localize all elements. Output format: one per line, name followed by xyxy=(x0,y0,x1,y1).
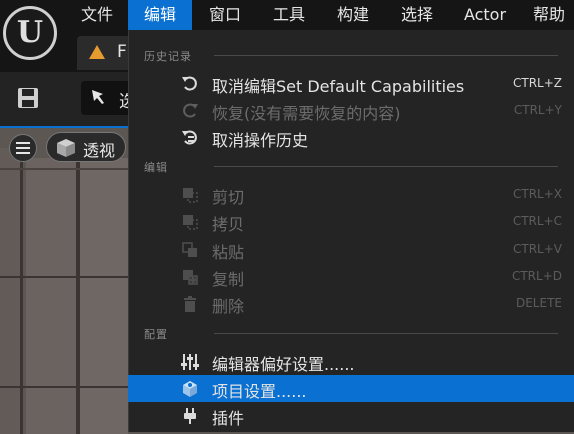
menu-item-redo[interactable]: 恢复(没有需要恢复的内容) CTRL+Y xyxy=(128,97,574,124)
shortcut-label: CTRL+Y xyxy=(513,103,562,117)
plugins-icon xyxy=(184,408,196,424)
shortcut-label: DELETE xyxy=(515,296,562,310)
menu-item-paste[interactable]: 粘贴 CTRL+V xyxy=(128,236,574,263)
redo-icon xyxy=(183,103,198,118)
section-divider xyxy=(214,166,558,167)
project-settings-icon xyxy=(183,381,197,397)
editor-preferences-icon xyxy=(181,354,199,370)
menu-item-editor-preferences[interactable]: 编辑器偏好设置...... xyxy=(128,348,574,375)
wall-seam xyxy=(0,276,128,278)
undo-history-icon xyxy=(182,130,197,145)
section-divider xyxy=(214,55,558,56)
menu-item-label: 项目设置...... xyxy=(212,382,307,401)
menu-item-cut[interactable]: 剪切 CTRL+X xyxy=(128,181,574,208)
menu-file[interactable]: 文件 xyxy=(70,0,124,30)
undo-icon xyxy=(182,76,197,91)
shortcut-label: CTRL+X xyxy=(512,187,562,201)
wall-seam xyxy=(20,148,23,434)
paste-icon xyxy=(182,242,197,257)
menu-item-project-settings[interactable]: 项目设置...... xyxy=(128,375,574,402)
section-divider xyxy=(214,333,558,334)
shortcut-label: CTRL+D xyxy=(511,269,562,283)
menu-select[interactable]: 选择 xyxy=(388,0,446,30)
menu-item-label: 粘贴 xyxy=(212,243,245,262)
menu-item-label: 拷贝 xyxy=(212,215,245,234)
duplicate-icon xyxy=(183,270,198,285)
menu-build[interactable]: 构建 xyxy=(324,0,382,30)
wall-segment xyxy=(80,158,128,434)
wall-segment xyxy=(26,158,76,434)
section-header-history: 历史记录 xyxy=(144,50,192,63)
menu-item-label: 恢复(没有需要恢复的内容) xyxy=(212,104,401,123)
menu-item-undo[interactable]: 取消编辑Set Default Capabilities CTRL+Z xyxy=(128,70,574,97)
cursor-select-icon xyxy=(92,90,104,104)
menu-item-label: 复制 xyxy=(212,270,245,289)
selection-mode-button[interactable]: 选 xyxy=(81,81,136,115)
menu-item-duplicate[interactable]: 复制 CTRL+D xyxy=(128,263,574,290)
menu-actor[interactable]: Actor xyxy=(452,0,518,30)
wall-seam xyxy=(0,386,128,388)
menu-item-label: 剪切 xyxy=(212,188,245,207)
menu-item-delete[interactable]: 删除 DELETE xyxy=(128,290,574,317)
hamburger-icon xyxy=(16,142,30,154)
menu-item-undo-history[interactable]: 取消操作历史 xyxy=(128,124,574,151)
warning-icon xyxy=(89,45,105,59)
menu-item-label: 编辑器偏好设置...... xyxy=(212,355,355,374)
menu-item-copy[interactable]: 拷贝 CTRL+C xyxy=(128,208,574,235)
unreal-logo-icon[interactable]: U xyxy=(3,6,57,60)
cut-icon xyxy=(183,188,198,203)
menu-edit[interactable]: 编辑 xyxy=(128,0,192,30)
menu-item-plugins[interactable]: 插件 xyxy=(128,402,574,429)
section-header-config: 配置 xyxy=(144,328,168,341)
menubar: 文件 编辑 窗口 工具 构建 选择 Actor 帮助 xyxy=(0,0,574,30)
menu-help[interactable]: 帮助 xyxy=(524,0,574,30)
shortcut-label: CTRL+V xyxy=(513,242,562,256)
wall-seam xyxy=(0,168,128,170)
level-tab-label: F xyxy=(117,42,127,62)
shortcut-label: CTRL+Z xyxy=(512,76,562,90)
shortcut-label: CTRL+C xyxy=(512,214,562,228)
wall-segment xyxy=(0,148,20,434)
save-icon[interactable] xyxy=(16,86,40,110)
menu-item-label: 删除 xyxy=(212,297,245,316)
perspective-label: 透视 xyxy=(83,141,116,160)
menu-item-label: 取消操作历史 xyxy=(212,131,309,150)
viewport-menu-button[interactable] xyxy=(9,134,37,162)
delete-icon xyxy=(184,296,196,312)
section-header-edit: 编辑 xyxy=(144,161,168,174)
menu-window[interactable]: 窗口 xyxy=(196,0,254,30)
cube-icon xyxy=(57,139,75,157)
perspective-button[interactable]: 透视 xyxy=(46,132,126,162)
copy-icon xyxy=(183,215,198,230)
menu-item-label: 取消编辑Set Default Capabilities xyxy=(212,77,465,96)
menu-tools[interactable]: 工具 xyxy=(260,0,318,30)
menu-item-label: 插件 xyxy=(212,409,245,428)
